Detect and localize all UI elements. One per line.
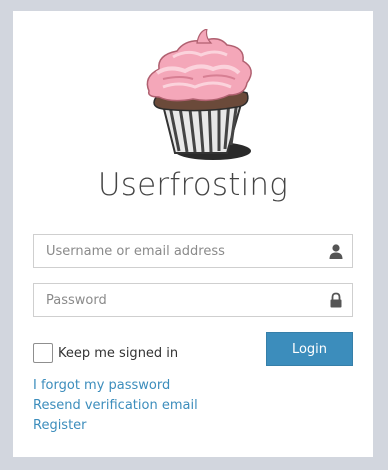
resend-verification-link[interactable]: Resend verification email bbox=[33, 396, 198, 416]
password-field[interactable] bbox=[33, 283, 353, 317]
username-field[interactable] bbox=[33, 234, 353, 268]
user-icon bbox=[329, 244, 343, 259]
forgot-password-link[interactable]: I forgot my password bbox=[33, 376, 198, 396]
password-input[interactable] bbox=[34, 284, 314, 316]
app-title: Userfrosting bbox=[97, 167, 289, 203]
username-input[interactable] bbox=[34, 235, 314, 267]
cupcake-icon bbox=[146, 29, 252, 160]
remember-me[interactable]: Keep me signed in bbox=[33, 342, 178, 364]
remember-me-checkbox[interactable] bbox=[33, 343, 53, 363]
lock-icon bbox=[330, 292, 342, 308]
remember-me-label: Keep me signed in bbox=[58, 345, 179, 361]
register-link[interactable]: Register bbox=[33, 416, 198, 436]
login-box: Userfrosting Keep me signed in Login I f… bbox=[13, 11, 373, 457]
logo: Userfrosting bbox=[13, 29, 373, 229]
auth-links: I forgot my password Resend verification… bbox=[33, 376, 198, 436]
login-button[interactable]: Login bbox=[266, 332, 353, 366]
